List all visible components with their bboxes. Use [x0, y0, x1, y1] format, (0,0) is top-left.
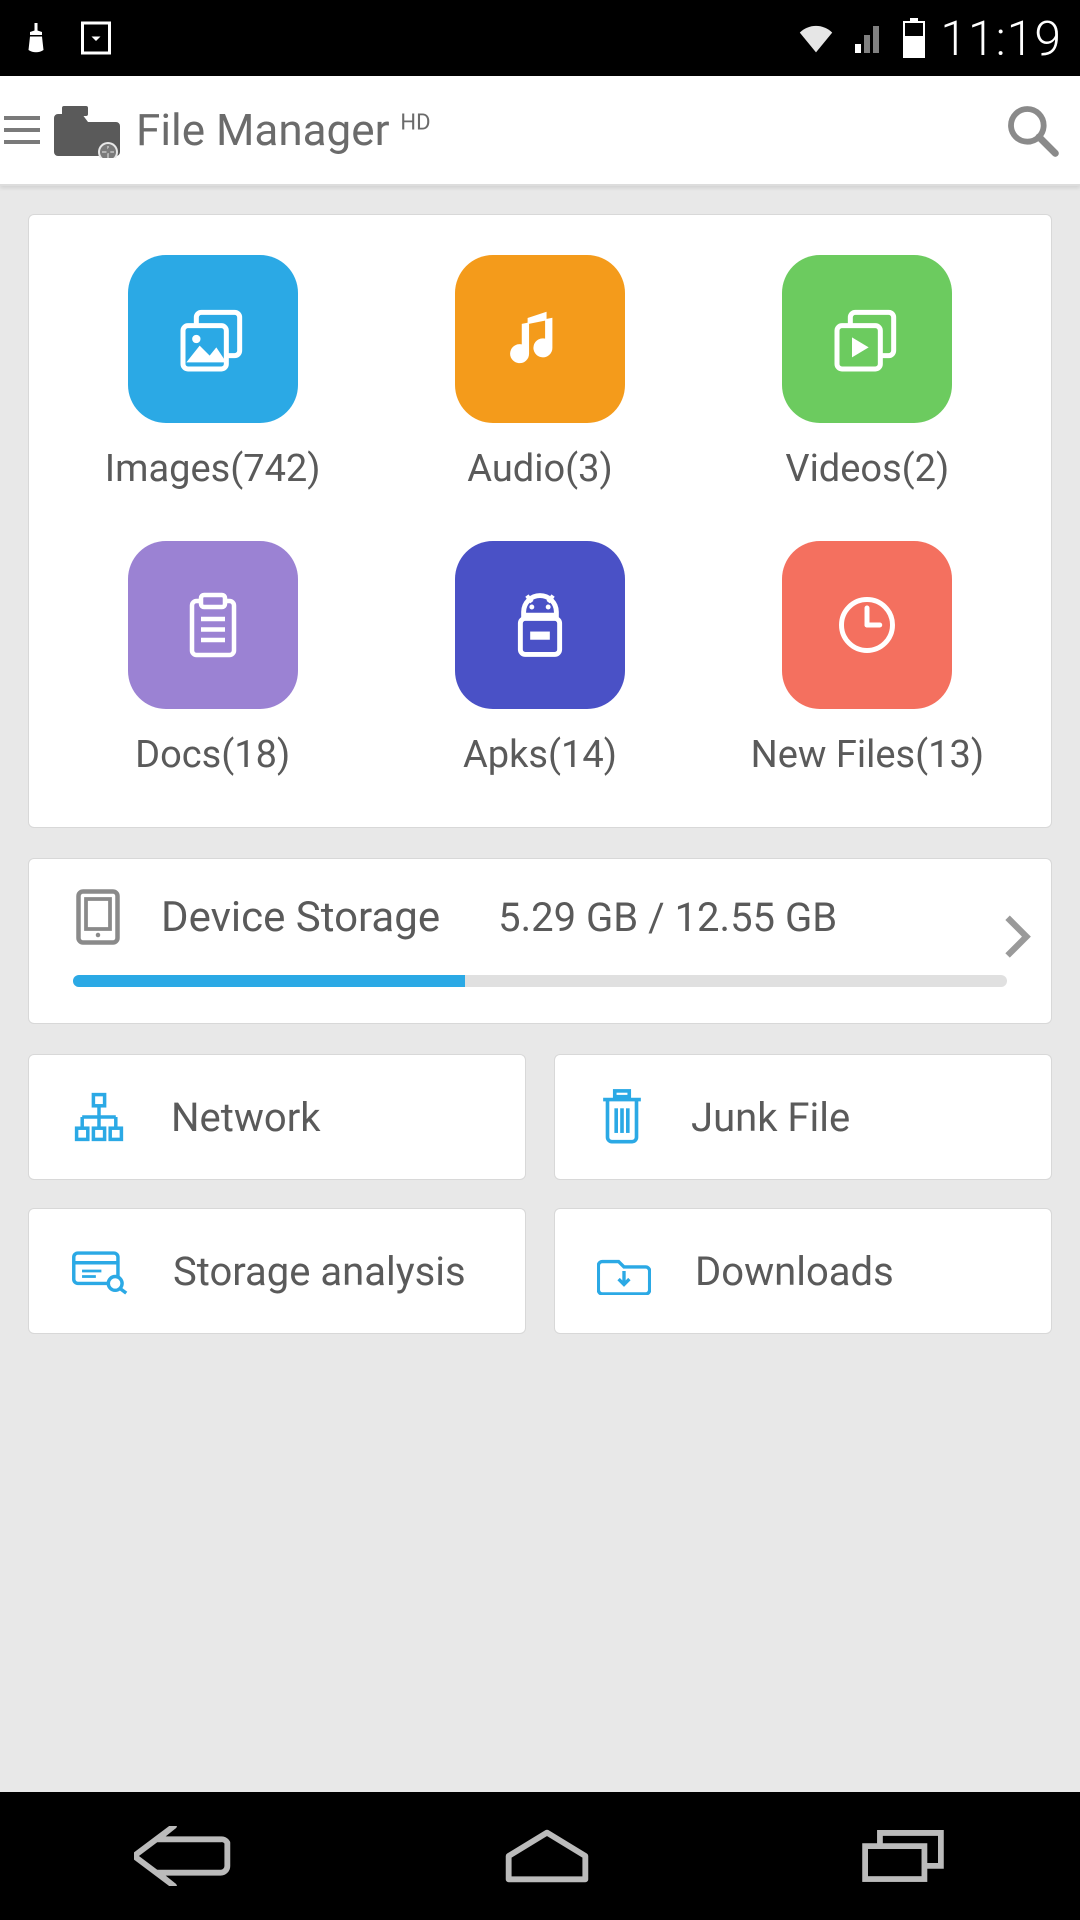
- category-videos[interactable]: Videos(2): [704, 255, 1031, 491]
- clock-icon: [782, 541, 952, 709]
- analysis-icon: [71, 1247, 129, 1295]
- category-newfiles[interactable]: New Files(13): [704, 541, 1031, 777]
- category-label: Images(742): [105, 447, 321, 491]
- wifi-icon: [794, 20, 838, 56]
- app-logo-icon: [52, 102, 122, 158]
- device-storage-icon: [73, 887, 123, 947]
- tool-label: Storage analysis: [173, 1248, 466, 1295]
- tool-junkfile[interactable]: Junk File: [554, 1054, 1052, 1180]
- downloads-icon: [597, 1247, 651, 1295]
- back-icon[interactable]: [134, 1826, 234, 1886]
- status-bar: 11:19: [0, 0, 1080, 76]
- recent-apps-icon[interactable]: [860, 1828, 946, 1884]
- category-label: Apks(14): [463, 733, 617, 777]
- tool-storageanalysis[interactable]: Storage analysis: [28, 1208, 526, 1334]
- docs-icon: [128, 541, 298, 709]
- chevron-right-icon: [1003, 915, 1031, 959]
- tool-network[interactable]: Network: [28, 1054, 526, 1180]
- storage-progress: [73, 975, 1007, 987]
- apks-icon: [455, 541, 625, 709]
- signal-icon: [852, 20, 888, 56]
- trash-icon: [597, 1088, 647, 1146]
- category-label: New Files(13): [751, 733, 984, 777]
- category-label: Videos(2): [785, 447, 949, 491]
- cleanup-icon: [18, 20, 54, 56]
- tool-label: Junk File: [691, 1094, 850, 1141]
- category-docs[interactable]: Docs(18): [49, 541, 376, 777]
- tool-downloads[interactable]: Downloads: [554, 1208, 1052, 1334]
- category-label: Audio(3): [467, 447, 612, 491]
- app-bar: File Manager HD: [0, 76, 1080, 186]
- network-icon: [71, 1089, 127, 1145]
- menu-icon[interactable]: [4, 116, 40, 144]
- storage-usage: 5.29 GB / 12.55 GB: [498, 894, 837, 941]
- images-icon: [128, 255, 298, 423]
- tool-label: Downloads: [695, 1248, 894, 1295]
- battery-icon: [902, 18, 926, 58]
- tool-label: Network: [171, 1094, 321, 1141]
- status-time: 11:19: [940, 10, 1062, 67]
- videos-icon: [782, 255, 952, 423]
- category-apks[interactable]: Apks(14): [376, 541, 703, 777]
- home-icon[interactable]: [502, 1826, 592, 1886]
- app-title: File Manager HD: [136, 104, 431, 156]
- nav-bar: [0, 1792, 1080, 1920]
- category-audio[interactable]: Audio(3): [376, 255, 703, 491]
- storage-title: Device Storage: [161, 893, 440, 942]
- search-icon[interactable]: [1004, 102, 1060, 158]
- download-status-icon: [78, 20, 114, 56]
- storage-card[interactable]: Device Storage 5.29 GB / 12.55 GB: [28, 858, 1052, 1024]
- categories-card: Images(742) Audio(3) Videos(2) Docs(18): [28, 214, 1052, 828]
- audio-icon: [455, 255, 625, 423]
- tools-grid: Network Junk File Storage analysis Downl…: [28, 1054, 1052, 1334]
- category-images[interactable]: Images(742): [49, 255, 376, 491]
- category-label: Docs(18): [135, 733, 290, 777]
